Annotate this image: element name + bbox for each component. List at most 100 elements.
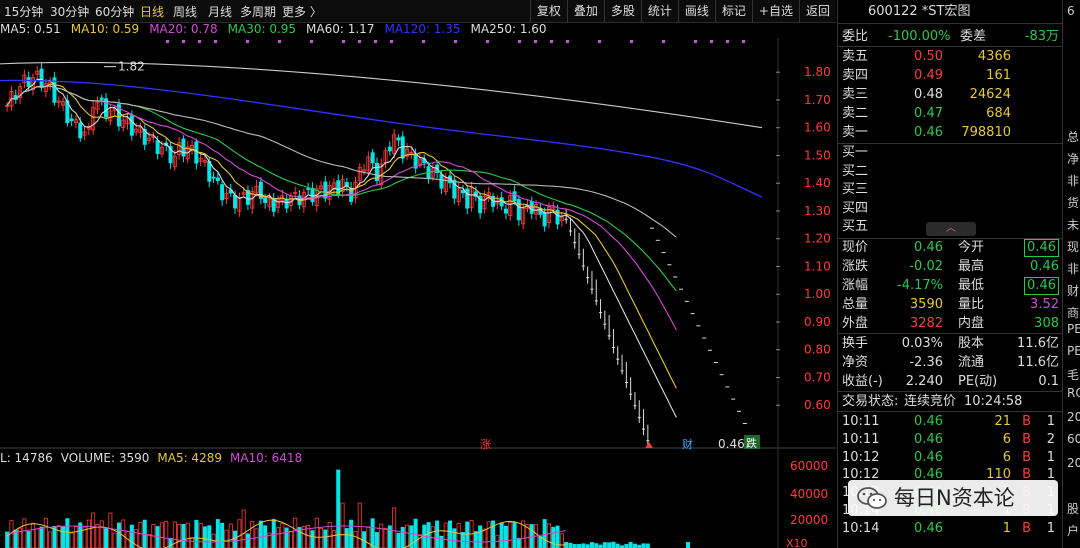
- ma250-line: [0, 63, 762, 128]
- volume-bar: [436, 521, 439, 548]
- volume-bar: [160, 523, 163, 548]
- volume-bar: [104, 529, 107, 548]
- volume-bar: [182, 524, 185, 548]
- candle-body: [233, 195, 236, 208]
- tool-button-5[interactable]: 标记: [715, 0, 752, 22]
- volume-bar: [569, 543, 572, 548]
- die-marker[interactable]: 跌: [746, 436, 757, 450]
- trade-price: 0.46: [914, 448, 943, 467]
- stat-value: 3282: [910, 314, 943, 333]
- volume-bar: [642, 544, 645, 548]
- volume-legend-item: MA5: 4289: [157, 451, 222, 465]
- stats-row: 涨跌 -0.02 最高 0.46: [838, 257, 1063, 276]
- ask-row-2: 卖二 0.47 684: [838, 104, 1063, 123]
- candle-body: [397, 138, 400, 140]
- recent-candle: [662, 252, 666, 253]
- volume-bar: [337, 470, 340, 548]
- recent-candle: [725, 386, 729, 387]
- tab-timeframe-2[interactable]: 60分钟: [95, 3, 134, 20]
- volume-bar: [70, 533, 73, 548]
- volume-bar: [49, 532, 52, 548]
- tool-button-7[interactable]: 返回: [799, 0, 836, 22]
- volume-bar: [552, 527, 555, 548]
- signal-dot: [662, 40, 665, 43]
- volume-bar: [44, 518, 47, 548]
- ask-volume: 24624: [970, 85, 1011, 104]
- collapse-orderbook-icon[interactable]: ︿: [926, 222, 976, 236]
- candle-body: [100, 98, 103, 99]
- bid-label: 买一: [842, 143, 868, 162]
- wechat-icon: [856, 486, 888, 510]
- volume-bar: [242, 510, 245, 548]
- stock-title[interactable]: 600122 *ST宏图: [838, 0, 1063, 24]
- candle-body: [388, 147, 391, 151]
- volume-bar: [294, 518, 297, 548]
- volume-bar: [517, 538, 520, 548]
- volume-bar: [448, 521, 451, 548]
- ma-legend-item: MA60: 1.17: [306, 22, 374, 36]
- tool-button-4[interactable]: 画线: [678, 0, 715, 22]
- volume-bar: [629, 542, 632, 548]
- tab-timeframe-3[interactable]: 日线: [140, 3, 164, 20]
- volume-bar: [130, 525, 133, 548]
- signal-dot: [342, 40, 345, 43]
- stats2-row: 换手 0.03% 股本 11.6亿: [838, 334, 1063, 353]
- candle-body: [461, 190, 464, 193]
- ma-legend: MA5: 0.51 MA10: 0.59 MA20: 0.78 MA30: 0.95 M…: [0, 22, 836, 38]
- ask-label: 卖一: [842, 123, 868, 142]
- tab-timeframe-5[interactable]: 月线: [208, 3, 232, 20]
- stat-value: 3590: [910, 295, 943, 314]
- candle-body: [221, 185, 224, 200]
- volume-tick-label: 20000: [790, 513, 828, 527]
- trade-side: B: [1022, 430, 1031, 449]
- candle-body: [79, 123, 82, 138]
- tab-timeframe-0[interactable]: 15分钟: [4, 3, 43, 20]
- tool-button-6[interactable]: +自选: [752, 0, 799, 22]
- volume-bar: [233, 531, 236, 548]
- signal-dot: [598, 40, 601, 43]
- volume-bar: [444, 523, 447, 548]
- tab-timeframe-6[interactable]: 多周期: [240, 3, 276, 20]
- kline-chart[interactable]: 1.82 0.46 涨 财 跌 1.80 1.70 1.60 1.50 1.40 1.30 1.20 1…: [0, 38, 836, 548]
- volume-bar: [345, 528, 348, 548]
- zhang-marker[interactable]: 涨: [480, 438, 491, 451]
- volume-bar: [186, 523, 189, 548]
- side-info-text: RO: [1067, 386, 1080, 400]
- stat-label: 净资: [842, 353, 868, 372]
- trade-count: 1: [1047, 519, 1055, 538]
- stat-label: 总量: [842, 295, 868, 314]
- volume-bar: [560, 534, 563, 548]
- chart-toolbar: 15分钟 30分钟 60分钟 日线 周线 月线 多周期 更多 〉 复权 叠加 多股 统计 画线 标记 +自…: [0, 0, 836, 23]
- ask-row-1: 卖一 0.46 798810: [838, 123, 1063, 142]
- volume-bar: [36, 529, 39, 548]
- tool-buttons: 复权 叠加 多股 统计 画线 标记 +自选 返回: [530, 0, 836, 22]
- trade-status-time: 10:24:58: [964, 392, 1022, 411]
- volume-bar: [255, 529, 258, 548]
- stats2-row: 收益(-) 2.240 PE(动) 0.1: [838, 372, 1063, 391]
- cai-marker[interactable]: 财: [682, 437, 693, 451]
- tool-button-3[interactable]: 统计: [641, 0, 678, 22]
- recent-candle: [667, 264, 671, 265]
- trade-count: 1: [1047, 412, 1055, 431]
- signal-dot: [742, 40, 745, 43]
- tool-button-0[interactable]: 复权: [530, 0, 567, 22]
- tool-button-2[interactable]: 多股: [604, 0, 641, 22]
- stat-value: -4.17%: [897, 276, 943, 295]
- volume-bar: [625, 544, 628, 548]
- trade-price: 0.46: [914, 412, 943, 431]
- volume-bar: [315, 518, 318, 548]
- side-info-text: 60: [1067, 432, 1080, 446]
- tool-button-1[interactable]: 叠加: [567, 0, 604, 22]
- recent-candle: [743, 423, 747, 424]
- volume-bar: [603, 543, 606, 548]
- candles: [6, 63, 650, 445]
- ma-legend-item: MA250: 1.60: [471, 22, 547, 36]
- tab-timeframe-4[interactable]: 周线: [173, 3, 197, 20]
- ask-label: 卖五: [842, 47, 868, 66]
- price-tick-label: 0.80: [804, 343, 831, 357]
- candle-body: [130, 116, 133, 136]
- tab-timeframe-1[interactable]: 30分钟: [50, 3, 89, 20]
- volume-bar: [487, 522, 490, 548]
- stat-label: 收益(-): [842, 372, 883, 391]
- tab-timeframe-7[interactable]: 更多 〉: [282, 3, 322, 20]
